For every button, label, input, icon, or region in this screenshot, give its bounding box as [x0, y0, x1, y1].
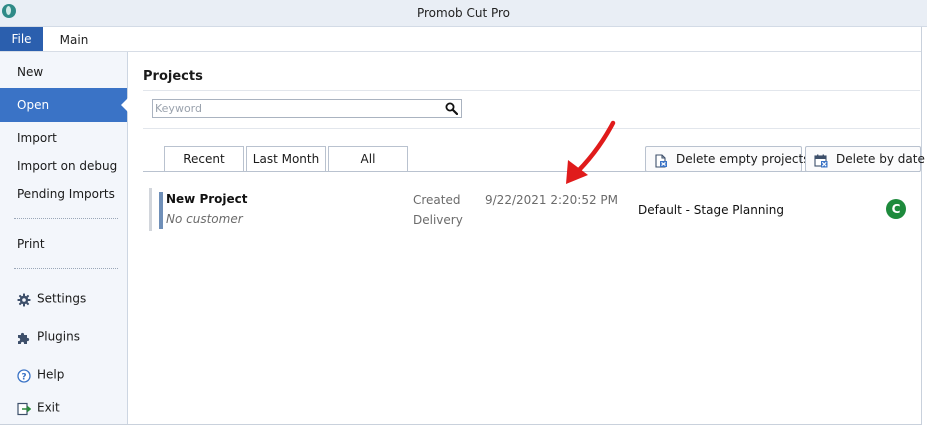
search-input[interactable]	[155, 101, 435, 116]
row-accent	[159, 192, 163, 229]
tab-last-month[interactable]: Last Month	[246, 146, 326, 171]
project-name: New Project	[166, 192, 248, 206]
puzzle-icon	[17, 329, 31, 344]
sidebar-item-new[interactable]: New	[0, 60, 127, 84]
project-row[interactable]: New Project No customer Created Delivery…	[149, 188, 920, 231]
svg-text:?: ?	[21, 372, 26, 382]
button-label: Delete empty projects	[676, 152, 810, 166]
sidebar-divider	[14, 218, 118, 219]
calendar-delete-icon	[814, 152, 828, 168]
file-sidebar: New Open Import Import on debug Pending …	[0, 52, 128, 424]
tab-underline	[143, 171, 920, 172]
delivery-label: Delivery	[413, 213, 463, 227]
sidebar-item-exit[interactable]: Exit	[0, 395, 127, 419]
sidebar-item-label: Help	[37, 367, 65, 382]
sidebar-item-pending-imports[interactable]: Pending Imports	[0, 182, 127, 206]
gear-icon	[17, 291, 31, 306]
document-delete-icon	[654, 152, 668, 168]
ribbon-tab-bar: File Main	[0, 27, 921, 52]
sidebar-item-open[interactable]: Open	[0, 88, 128, 122]
tab-main[interactable]: Main	[50, 27, 98, 51]
search-box	[152, 99, 462, 118]
window-border-bottom	[0, 424, 922, 425]
tab-file[interactable]: File	[0, 27, 43, 51]
sidebar-item-import[interactable]: Import	[0, 126, 127, 150]
sidebar-item-label: Exit	[37, 400, 60, 415]
page-title: Projects	[143, 69, 203, 84]
delete-by-date-button[interactable]: Delete by date	[805, 146, 925, 172]
sidebar-item-help[interactable]: ? Help	[0, 362, 127, 386]
window-border-right	[921, 27, 922, 425]
sidebar-item-import-on-debug[interactable]: Import on debug	[0, 154, 127, 178]
row-handle	[149, 188, 152, 231]
divider	[143, 90, 920, 91]
status-badge-icon: C	[886, 199, 906, 219]
sidebar-item-print[interactable]: Print	[0, 232, 127, 256]
exit-icon	[17, 400, 32, 415]
sidebar-item-label: Plugins	[37, 329, 80, 344]
sidebar-item-settings[interactable]: Settings	[0, 286, 127, 310]
title-bar: Promob Cut Pro	[0, 0, 927, 27]
project-customer: No customer	[166, 212, 243, 226]
search-icon[interactable]	[445, 102, 459, 116]
button-label: Delete by date	[836, 152, 925, 166]
annotation-arrow-icon	[566, 120, 616, 184]
delete-empty-projects-button[interactable]: Delete empty projects	[645, 146, 809, 172]
tab-recent[interactable]: Recent	[164, 146, 244, 172]
created-label: Created	[413, 193, 461, 207]
tab-all[interactable]: All	[328, 146, 408, 171]
project-stage: Default - Stage Planning	[638, 203, 784, 217]
sidebar-divider	[14, 268, 118, 269]
divider	[143, 128, 920, 129]
sidebar-item-label: Settings	[37, 291, 87, 306]
window-title: Promob Cut Pro	[416, 6, 511, 20]
help-icon: ?	[17, 367, 31, 383]
sidebar-item-plugins[interactable]: Plugins	[0, 324, 127, 348]
created-date: 9/22/2021 2:20:52 PM	[485, 193, 619, 207]
